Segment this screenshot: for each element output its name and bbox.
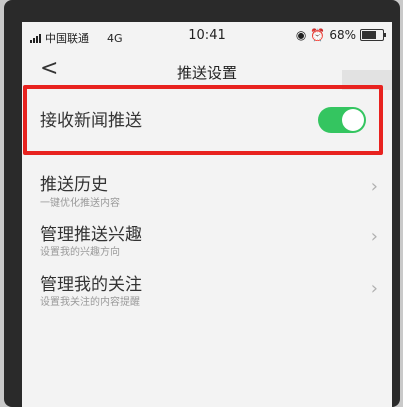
chevron-right-icon: › <box>370 176 378 197</box>
battery-percent: 68% <box>329 28 356 42</box>
chevron-right-icon: › <box>370 278 378 299</box>
setting-label: 管理推送兴趣 <box>40 225 142 245</box>
battery-icon <box>360 29 386 41</box>
setting-sublabel: 设置我关注的内容提醒 <box>40 297 140 308</box>
location-icon: ◉ <box>295 28 307 42</box>
setting-label: 推送历史 <box>40 175 108 195</box>
setting-row-push-interests[interactable]: 管理推送兴趣 设置我的兴趣方向 › <box>22 218 392 264</box>
page-title: 推送设置 <box>176 64 237 82</box>
chevron-right-icon: › <box>370 226 378 247</box>
setting-row-push-history[interactable]: 推送历史 一键优化推送内容 › <box>22 164 392 210</box>
setting-label: 管理我的关注 <box>40 275 142 295</box>
highlight-box <box>23 85 383 155</box>
phone-frame: 中国联通 4G 10:41 ◉ ⏰ 68% < 推送设置 接收新闻推送 推送历史 <box>4 0 400 407</box>
setting-sublabel: 设置我的兴趣方向 <box>40 247 120 258</box>
alarm-icon: ⏰ <box>310 28 326 42</box>
screen: 中国联通 4G 10:41 ◉ ⏰ 68% < 推送设置 接收新闻推送 推送历史 <box>22 22 392 407</box>
setting-sublabel: 一键优化推送内容 <box>40 198 120 209</box>
setting-row-my-follows[interactable]: 管理我的关注 设置我关注的内容提醒 › <box>22 268 392 314</box>
status-bar: 中国联通 4G 10:41 ◉ ⏰ 68% <box>22 22 392 50</box>
